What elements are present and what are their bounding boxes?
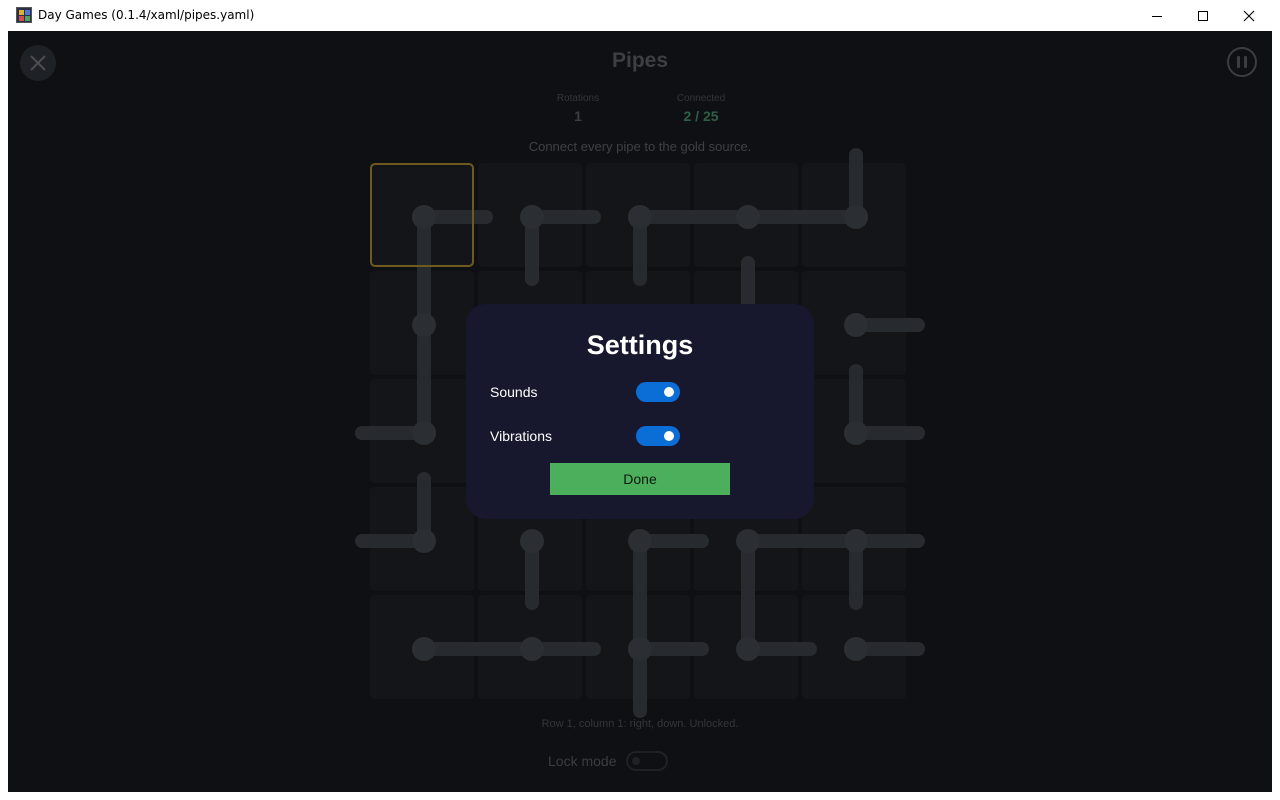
pipe-joint xyxy=(844,529,868,553)
pipe-joint xyxy=(736,637,760,661)
lock-mode-row: Lock mode xyxy=(548,751,669,771)
pipe-joint xyxy=(844,313,868,337)
pipe-joint xyxy=(736,205,760,229)
minimize-icon xyxy=(1152,15,1162,17)
maximize-button[interactable] xyxy=(1180,0,1226,31)
pipe-joint xyxy=(412,421,436,445)
instructions-text: Connect every pipe to the gold source. xyxy=(528,139,752,154)
vibrations-label: Vibrations xyxy=(490,428,553,444)
settings-dialog: Settings Sounds Vibrations Done xyxy=(466,304,814,519)
rotations-stat: Rotations 1 xyxy=(528,93,628,124)
window-close-button[interactable] xyxy=(1226,0,1272,31)
connected-value: 2 / 25 xyxy=(683,108,719,124)
close-icon xyxy=(1243,10,1255,21)
lock-mode-label: Lock mode xyxy=(548,753,617,769)
window-title: Day Games (0.1.4/xaml/pipes.yaml) xyxy=(38,8,255,22)
pipe-joint xyxy=(844,421,868,445)
pipe-joint xyxy=(520,205,544,229)
pipe-joint xyxy=(412,313,436,337)
vibrations-toggle[interactable] xyxy=(636,426,680,446)
pipe-joint xyxy=(844,205,868,229)
pipe-joint xyxy=(412,529,436,553)
pipe-joint xyxy=(628,205,652,229)
pipe-joint xyxy=(628,529,652,553)
window-titlebar: Day Games (0.1.4/xaml/pipes.yaml) xyxy=(0,0,1280,31)
done-button[interactable]: Done xyxy=(550,463,730,495)
pipe-joint xyxy=(520,529,544,553)
pipe-joint xyxy=(628,637,652,661)
app-icon xyxy=(16,7,32,23)
maximize-icon xyxy=(1198,10,1208,21)
pipe-joint xyxy=(412,205,436,229)
pipe-joint xyxy=(736,529,760,553)
rotations-value: 1 xyxy=(574,108,582,124)
settings-title: Settings xyxy=(586,330,694,360)
pipe-joint xyxy=(520,637,544,661)
rotations-label: Rotations xyxy=(556,93,600,104)
game-title: Pipes xyxy=(611,49,669,72)
pipe-joint xyxy=(412,637,436,661)
cell-status-line: Row 1, column 1: right, down. Unlocked. xyxy=(541,718,739,730)
connected-stat: Connected 2 / 25 xyxy=(651,93,751,124)
connected-label: Connected xyxy=(676,93,726,104)
minimize-button[interactable] xyxy=(1134,0,1180,31)
game-stage: Pipes Rotations 1 Connected 2 / 25 Conne… xyxy=(8,31,1272,792)
sounds-toggle[interactable] xyxy=(636,382,680,402)
sounds-label: Sounds xyxy=(490,384,538,400)
lock-mode-toggle[interactable] xyxy=(626,751,669,771)
pipe-joint xyxy=(844,637,868,661)
